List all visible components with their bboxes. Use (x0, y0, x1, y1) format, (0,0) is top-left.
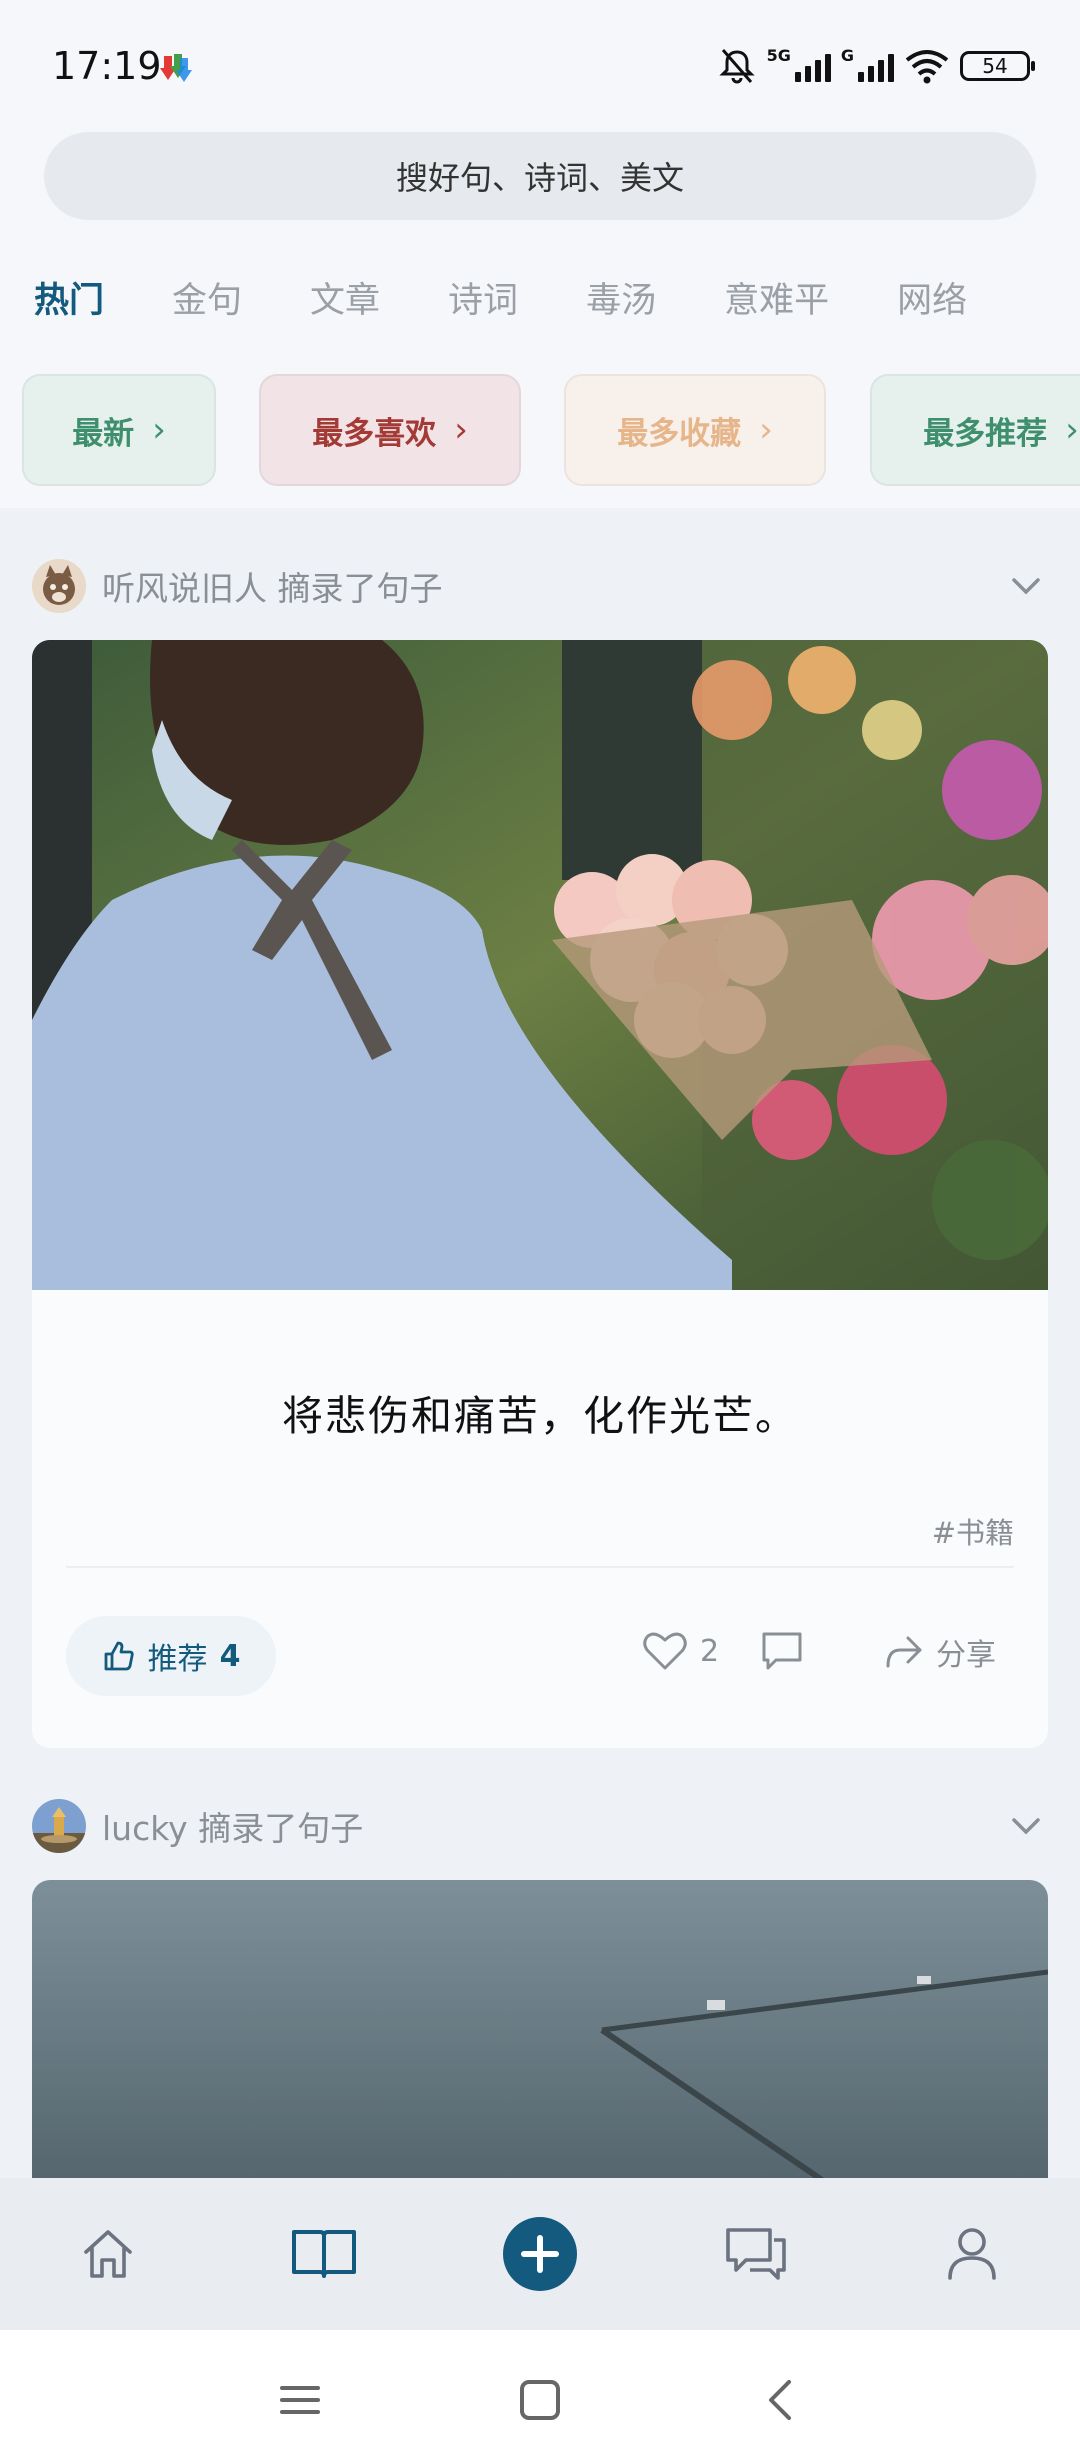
tab-hot[interactable]: 热门 (34, 272, 104, 336)
filter-most-collected-label: 最多收藏 (617, 415, 742, 452)
signal-icon (794, 50, 831, 82)
network-label-g: G (840, 46, 854, 65)
nav-messages[interactable] (716, 2214, 796, 2294)
post-image (32, 640, 1048, 1290)
back-arrow-icon (769, 2380, 791, 2420)
tab-hard-to-let-go[interactable]: 意难平 (724, 272, 829, 336)
nav-home[interactable] (68, 2214, 148, 2294)
post-author-row[interactable]: 听风说旧人 摘录了句子 (32, 556, 1048, 616)
recommend-count: 4 (219, 1638, 241, 1674)
system-navigation-bar (0, 2330, 1080, 2460)
like-count: 2 (700, 1633, 720, 1669)
chevron-down-icon[interactable] (1004, 564, 1048, 608)
heart-icon (643, 1632, 687, 1670)
post-author-line: 听风说旧人 摘录了句子 (102, 562, 443, 610)
comment-button[interactable] (760, 1630, 804, 1672)
wifi-icon (905, 50, 949, 84)
filter-latest-label: 最新 (72, 415, 135, 452)
recents-button[interactable] (270, 2370, 330, 2430)
filter-latest[interactable]: 最新 › (22, 374, 216, 486)
post-author-line: lucky 摘录了句子 (102, 1802, 363, 1850)
like-button[interactable]: 2 (642, 1630, 719, 1672)
mute-bell-icon (718, 49, 755, 84)
back-button[interactable] (750, 2370, 810, 2430)
search-input[interactable]: 搜好句、诗词、美文 (44, 132, 1036, 220)
tab-poetry[interactable]: 诗词 (448, 272, 518, 336)
author-name[interactable]: lucky (102, 1809, 188, 1848)
post-card[interactable] (32, 1880, 1048, 2180)
chevron-right-icon: › (1065, 410, 1079, 450)
status-icons: 5G G 54 (717, 42, 1035, 90)
nav-discover[interactable] (284, 2214, 364, 2294)
recommend-button[interactable]: 推荐 4 (66, 1616, 276, 1696)
signal-icon-2 (858, 50, 894, 82)
home-icon (84, 2230, 132, 2278)
menu-icon (280, 2386, 320, 2414)
status-bar: 17:19 5G G 54 (0, 0, 1080, 130)
share-button[interactable]: 分享 (882, 1630, 996, 1674)
chat-icon (726, 2228, 786, 2280)
comment-icon (762, 1632, 802, 1670)
home-button[interactable] (510, 2370, 570, 2430)
category-tabs: 热门 金句 文章 诗词 毒汤 意难平 网络 (34, 272, 1080, 336)
chevron-right-icon: › (759, 410, 773, 450)
post-tag[interactable]: #书籍 (932, 1510, 1014, 1552)
search-placeholder: 搜好句、诗词、美文 (395, 159, 684, 197)
post-image (32, 1880, 1048, 2180)
chevron-down-icon[interactable] (1004, 1804, 1048, 1848)
author-name[interactable]: 听风说旧人 (102, 569, 267, 608)
square-icon (520, 2380, 560, 2420)
bottom-navigation (0, 2178, 1080, 2330)
tab-articles[interactable]: 文章 (310, 272, 380, 336)
recommend-label: 推荐 (147, 1642, 208, 1677)
avatar[interactable] (32, 1799, 86, 1853)
chevron-right-icon: › (152, 410, 166, 450)
avatar[interactable] (32, 559, 86, 613)
filter-most-collected[interactable]: 最多收藏 › (564, 374, 826, 486)
network-label-5g: 5G (766, 46, 791, 65)
user-icon (948, 2228, 996, 2280)
author-action: 摘录了句子 (198, 1809, 364, 1848)
tab-golden-sentences[interactable]: 金句 (172, 272, 242, 336)
filter-most-liked[interactable]: 最多喜欢 › (259, 374, 521, 486)
status-time: 17:19 (52, 44, 162, 88)
post-quote: 将悲伤和痛苦，化作光芒。 (282, 1392, 798, 1440)
open-book-icon (292, 2230, 356, 2278)
filter-most-recommended-label: 最多推荐 (923, 415, 1048, 452)
share-label: 分享 (936, 1638, 996, 1673)
nav-create[interactable] (500, 2214, 580, 2294)
chevron-right-icon: › (454, 410, 468, 450)
app-notification-icon (160, 54, 192, 82)
post-author-row[interactable]: lucky 摘录了句子 (32, 1796, 1048, 1856)
author-action: 摘录了句子 (277, 569, 443, 608)
nav-profile[interactable] (932, 2214, 1012, 2294)
filter-most-liked-label: 最多喜欢 (312, 415, 437, 452)
filter-most-recommended[interactable]: 最多推荐 › (870, 374, 1080, 486)
tab-internet[interactable]: 网络 (897, 272, 967, 336)
plus-circle-icon (503, 2217, 577, 2291)
sort-filters: 最新 › 最多喜欢 › 最多收藏 › 最多推荐 › (22, 374, 1080, 486)
thumbs-up-icon (104, 1641, 134, 1671)
battery-indicator: 54 (960, 51, 1035, 81)
share-icon (886, 1636, 922, 1668)
divider (66, 1566, 1014, 1568)
tab-poison-soup[interactable]: 毒汤 (586, 272, 656, 336)
post-card[interactable]: 将悲伤和痛苦，化作光芒。 #书籍 推荐 4 2 分享 (32, 640, 1048, 1748)
